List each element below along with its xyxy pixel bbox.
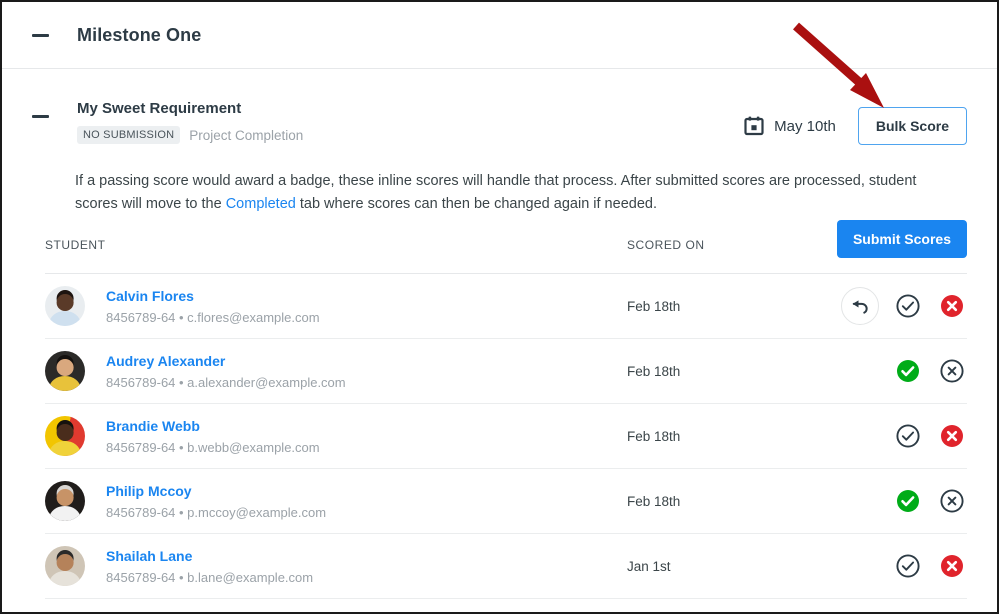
student-name-link[interactable]: Calvin Flores bbox=[106, 287, 627, 305]
due-date: May 10th bbox=[744, 116, 836, 136]
x-icon-outline[interactable] bbox=[937, 356, 967, 386]
scored-on-value: Feb 18th bbox=[627, 494, 817, 509]
minus-icon[interactable] bbox=[32, 115, 49, 118]
check-icon-outline[interactable] bbox=[893, 421, 923, 451]
table-row: Philip Mccoy 8456789-64 • p.mccoy@exampl… bbox=[45, 469, 967, 534]
student-cell: Shailah Lane 8456789-64 • b.lane@example… bbox=[106, 547, 627, 586]
avatar bbox=[45, 481, 85, 521]
scored-on-value: Jan 1st bbox=[627, 559, 817, 574]
x-icon-filled[interactable] bbox=[937, 291, 967, 321]
avatar bbox=[45, 351, 85, 391]
scored-on-value: Feb 18th bbox=[627, 299, 817, 314]
avatar-photo bbox=[45, 351, 85, 391]
description-part2: tab where scores can then be changed aga… bbox=[296, 196, 657, 212]
scores-table: STUDENT SCORED ON Submit Scores Calvin F… bbox=[45, 216, 967, 599]
avatar-photo bbox=[45, 546, 85, 586]
student-cell: Audrey Alexander 8456789-64 • a.alexande… bbox=[106, 352, 627, 391]
status-badge: NO SUBMISSION bbox=[77, 126, 180, 144]
table-row: Shailah Lane 8456789-64 • b.lane@example… bbox=[45, 534, 967, 599]
undo-button[interactable] bbox=[841, 287, 879, 325]
x-icon-filled[interactable] bbox=[937, 551, 967, 581]
avatar bbox=[45, 416, 85, 456]
requirement-type: Project Completion bbox=[189, 128, 303, 143]
requirement-block: My Sweet Requirement NO SUBMISSION Proje… bbox=[2, 69, 997, 216]
table-row: Brandie Webb 8456789-64 • b.webb@example… bbox=[45, 404, 967, 469]
check-icon-filled[interactable] bbox=[893, 356, 923, 386]
row-actions bbox=[817, 287, 967, 325]
requirement-header: My Sweet Requirement NO SUBMISSION Proje… bbox=[32, 69, 967, 145]
requirement-subtitle: NO SUBMISSION Project Completion bbox=[77, 126, 744, 144]
scored-on-value: Feb 18th bbox=[627, 364, 817, 379]
description-text: If a passing score would award a badge, … bbox=[75, 170, 928, 216]
submit-scores-button[interactable]: Submit Scores bbox=[837, 220, 967, 258]
column-header-student: STUDENT bbox=[45, 238, 627, 252]
student-meta: 8456789-64 • b.webb@example.com bbox=[106, 439, 627, 456]
row-actions bbox=[817, 551, 967, 581]
completed-tab-link[interactable]: Completed bbox=[226, 196, 296, 212]
student-meta: 8456789-64 • p.mccoy@example.com bbox=[106, 504, 627, 521]
x-icon-outline[interactable] bbox=[937, 486, 967, 516]
student-name-link[interactable]: Brandie Webb bbox=[106, 417, 627, 435]
avatar-photo bbox=[45, 481, 85, 521]
milestone-header: Milestone One bbox=[2, 2, 997, 69]
table-body: Calvin Flores 8456789-64 • c.flores@exam… bbox=[45, 274, 967, 599]
row-actions bbox=[817, 421, 967, 451]
student-meta: 8456789-64 • a.alexander@example.com bbox=[106, 374, 627, 391]
due-date-text: May 10th bbox=[774, 118, 836, 135]
check-icon-outline[interactable] bbox=[893, 291, 923, 321]
row-actions bbox=[817, 356, 967, 386]
requirement-actions: May 10th Bulk Score bbox=[744, 107, 967, 145]
student-meta: 8456789-64 • c.flores@example.com bbox=[106, 309, 627, 326]
student-cell: Brandie Webb 8456789-64 • b.webb@example… bbox=[106, 417, 627, 456]
undo-icon bbox=[850, 296, 870, 316]
student-name-link[interactable]: Philip Mccoy bbox=[106, 482, 627, 500]
student-meta: 8456789-64 • b.lane@example.com bbox=[106, 569, 627, 586]
requirement-text: My Sweet Requirement NO SUBMISSION Proje… bbox=[77, 99, 744, 144]
milestone-title: Milestone One bbox=[77, 25, 201, 46]
check-icon-outline[interactable] bbox=[893, 551, 923, 581]
screenshot-frame: Milestone One My Sweet Requirement NO SU… bbox=[0, 0, 999, 614]
row-actions bbox=[817, 486, 967, 516]
avatar-photo bbox=[45, 416, 85, 456]
check-icon-filled[interactable] bbox=[893, 486, 923, 516]
minus-icon[interactable] bbox=[32, 34, 49, 37]
avatar-photo bbox=[45, 286, 85, 326]
scored-on-value: Feb 18th bbox=[627, 429, 817, 444]
student-cell: Calvin Flores 8456789-64 • c.flores@exam… bbox=[106, 287, 627, 326]
bulk-score-button[interactable]: Bulk Score bbox=[858, 107, 967, 145]
student-name-link[interactable]: Shailah Lane bbox=[106, 547, 627, 565]
table-row: Audrey Alexander 8456789-64 • a.alexande… bbox=[45, 339, 967, 404]
x-icon-filled[interactable] bbox=[937, 421, 967, 451]
avatar bbox=[45, 286, 85, 326]
avatar bbox=[45, 546, 85, 586]
student-cell: Philip Mccoy 8456789-64 • p.mccoy@exampl… bbox=[106, 482, 627, 521]
calendar-icon bbox=[744, 116, 764, 136]
table-header: STUDENT SCORED ON Submit Scores bbox=[45, 216, 967, 274]
student-name-link[interactable]: Audrey Alexander bbox=[106, 352, 627, 370]
table-row: Calvin Flores 8456789-64 • c.flores@exam… bbox=[45, 274, 967, 339]
column-header-scored-on: SCORED ON bbox=[627, 238, 817, 252]
requirement-title: My Sweet Requirement bbox=[77, 99, 744, 119]
